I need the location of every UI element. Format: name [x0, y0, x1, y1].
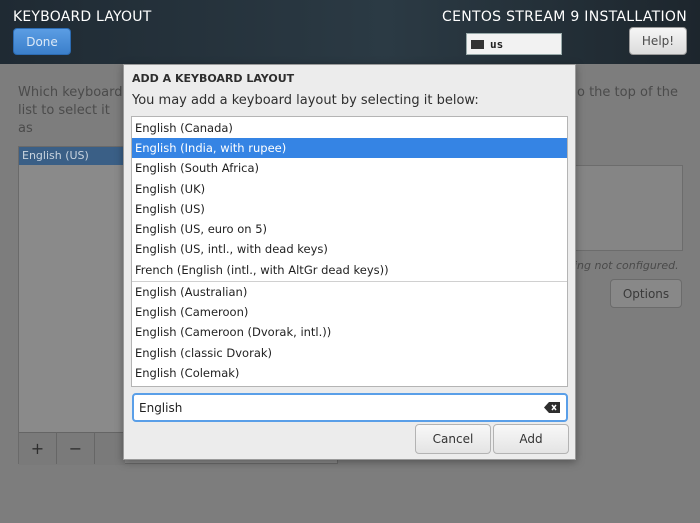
- dialog-title: ADD A KEYBOARD LAYOUT: [132, 72, 295, 85]
- add-button[interactable]: Add: [493, 424, 569, 454]
- cancel-button[interactable]: Cancel: [415, 424, 491, 454]
- top-header-bar: KEYBOARD LAYOUT CENTOS STREAM 9 INSTALLA…: [0, 0, 700, 64]
- search-input[interactable]: [139, 399, 534, 417]
- help-button[interactable]: Help!: [629, 27, 687, 55]
- layout-switching-status: hing not configured.: [567, 259, 679, 272]
- add-layout-button: +: [19, 432, 57, 464]
- list-item[interactable]: English (Cameroon): [132, 302, 567, 322]
- layout-description-continued: o the top of the: [577, 85, 678, 100]
- list-item[interactable]: English (South Africa): [132, 158, 567, 178]
- list-item-selected[interactable]: English (India, with rupee): [132, 138, 567, 158]
- installer-title: CENTOS STREAM 9 INSTALLATION: [442, 9, 687, 25]
- clear-icon[interactable]: [544, 402, 560, 413]
- list-item[interactable]: English (Australian): [132, 282, 567, 302]
- remove-layout-button: −: [57, 432, 95, 464]
- done-button[interactable]: Done: [13, 28, 71, 55]
- list-item[interactable]: English (US): [132, 199, 567, 219]
- list-item[interactable]: English (Canada): [132, 118, 567, 138]
- dialog-subtitle: You may add a keyboard layout by selecti…: [132, 93, 479, 108]
- list-item[interactable]: English (US, intl., with dead keys): [132, 239, 567, 259]
- layout-search-field[interactable]: [132, 393, 568, 422]
- list-item[interactable]: English (Colemak): [132, 363, 567, 383]
- keyboard-layout-indicator[interactable]: us: [466, 33, 562, 55]
- layout-description: Which keyboard list to select it as: [18, 85, 123, 136]
- layout-switch-preview: [575, 165, 683, 251]
- add-keyboard-layout-dialog: ADD A KEYBOARD LAYOUT You may add a keyb…: [123, 64, 576, 460]
- options-button: Options: [610, 279, 682, 308]
- list-item[interactable]: French (English (intl., with AltGr dead …: [132, 260, 567, 280]
- list-item[interactable]: English (Cameroon (Dvorak, intl.)): [132, 322, 567, 342]
- list-item[interactable]: English (US, euro on 5): [132, 219, 567, 239]
- page-title: KEYBOARD LAYOUT: [13, 9, 152, 25]
- selected-layout-row: English (US): [19, 147, 125, 165]
- keyboard-layout-code: us: [490, 37, 504, 51]
- keyboard-icon: [471, 39, 484, 49]
- list-item[interactable]: English (classic Dvorak): [132, 343, 567, 363]
- list-item[interactable]: English (UK): [132, 179, 567, 199]
- layout-options-list[interactable]: English (Canada) English (India, with ru…: [131, 116, 568, 387]
